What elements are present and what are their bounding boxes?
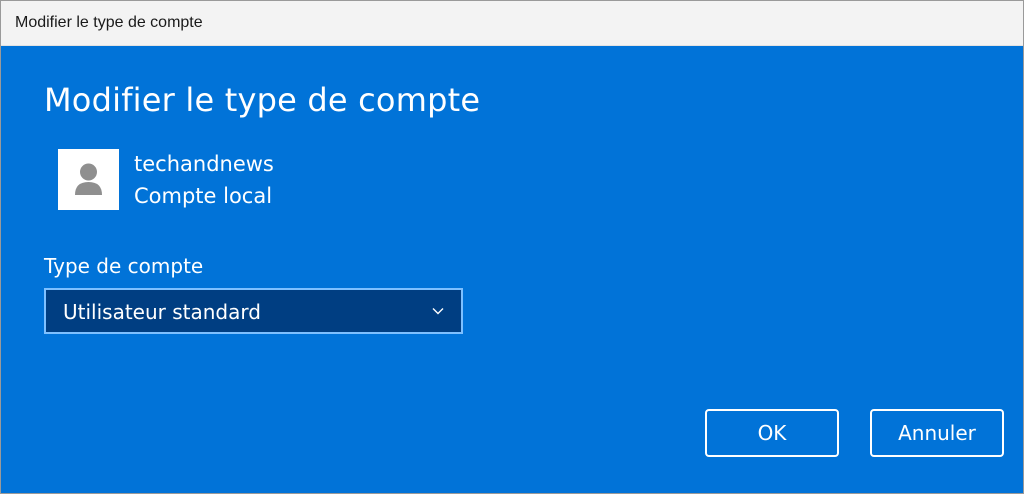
user-name: techandnews: [134, 152, 274, 176]
account-kind: Compte local: [134, 184, 273, 208]
title-bar[interactable]: Modifier le type de compte: [1, 1, 1023, 46]
chevron-down-icon: [432, 308, 444, 315]
window-title: Modifier le type de compte: [15, 14, 203, 31]
ok-button[interactable]: OK: [705, 409, 839, 457]
account-type-label: Type de compte: [44, 254, 204, 278]
dialog-heading: Modifier le type de compte: [44, 81, 481, 119]
person-icon: [75, 163, 102, 195]
account-type-select[interactable]: Utilisateur standard: [44, 288, 463, 334]
avatar: [58, 149, 119, 210]
cancel-button[interactable]: Annuler: [870, 409, 1004, 457]
dialog-window: Modifier le type de compte Modifier le t…: [0, 0, 1024, 494]
account-type-selected-value: Utilisateur standard: [63, 300, 261, 324]
